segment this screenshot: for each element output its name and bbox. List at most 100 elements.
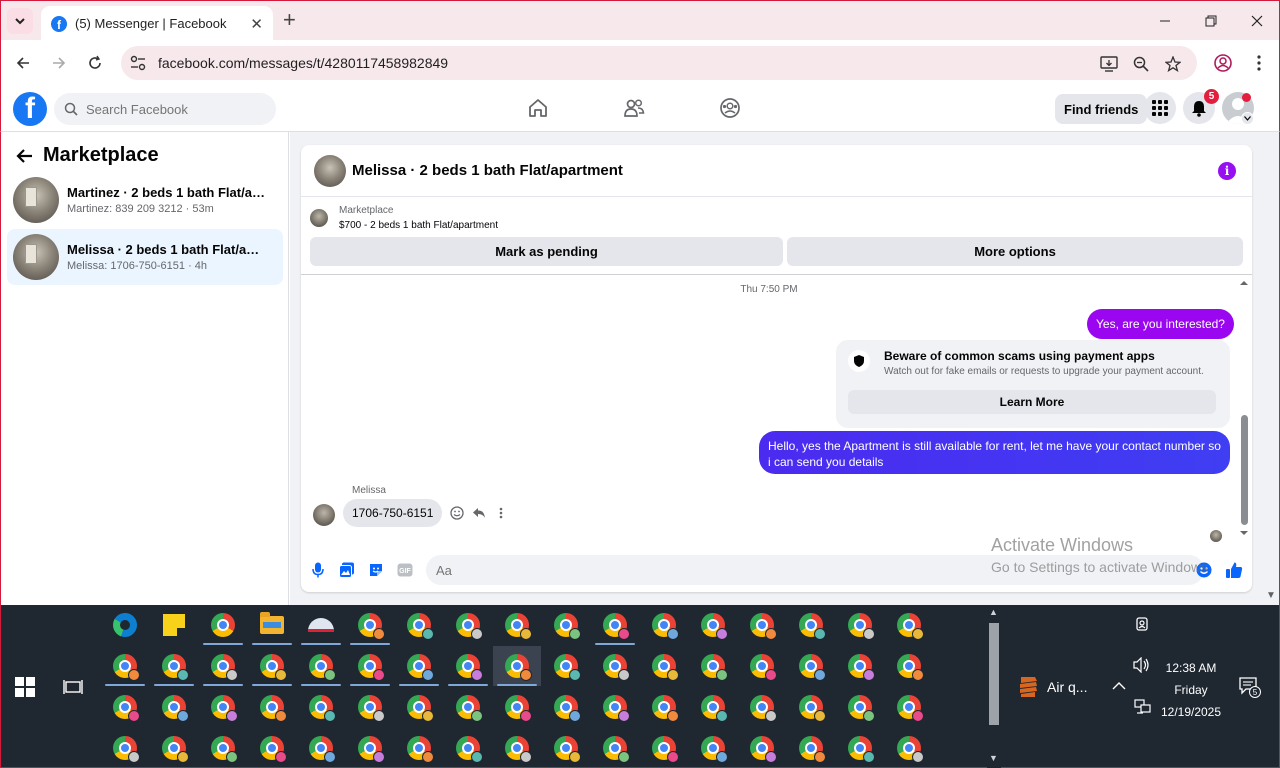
meet-now-icon[interactable]	[1134, 617, 1152, 636]
search-input[interactable]	[86, 101, 266, 117]
thumbs-up-icon[interactable]	[1225, 561, 1243, 579]
network-icon[interactable]	[1134, 699, 1152, 718]
taskbar-chrome-button[interactable]	[199, 728, 247, 768]
menu-grid-button[interactable]	[1144, 92, 1176, 124]
taskbar-notes-button[interactable]	[150, 605, 198, 645]
friends-nav-button[interactable]	[622, 96, 646, 120]
learn-more-button[interactable]: Learn More	[848, 390, 1216, 414]
address-bar[interactable]: facebook.com/messages/t/4280117458982849	[121, 46, 1197, 80]
sender-avatar[interactable]	[313, 504, 335, 526]
taskbar-chrome-button[interactable]	[101, 646, 149, 686]
tab-search-button[interactable]	[7, 8, 33, 34]
taskbar-chrome-button[interactable]	[395, 728, 443, 768]
taskbar-chrome-button[interactable]	[591, 728, 639, 768]
listing-summary[interactable]: Marketplace $700 - 2 beds 1 bath Flat/ap…	[310, 205, 498, 231]
taskbar-umbrella-button[interactable]	[297, 605, 345, 645]
taskbar-scroll-thumb[interactable]	[989, 623, 999, 725]
chat-scrollbar-thumb[interactable]	[1241, 415, 1248, 525]
taskbar-chrome-button[interactable]	[444, 646, 492, 686]
taskbar-chrome-button[interactable]	[444, 728, 492, 768]
site-settings-icon[interactable]	[129, 54, 147, 72]
find-friends-button[interactable]: Find friends	[1055, 94, 1148, 124]
taskbar-chrome-button[interactable]	[248, 728, 296, 768]
more-options-button[interactable]: More options	[787, 237, 1243, 266]
windows-start-button[interactable]	[15, 677, 35, 697]
taskbar-chrome-button[interactable]	[493, 687, 541, 727]
browser-menu-button[interactable]	[1248, 52, 1270, 74]
taskbar-chrome-button[interactable]	[787, 687, 835, 727]
groups-nav-button[interactable]	[718, 96, 742, 120]
taskbar-chrome-button[interactable]	[150, 687, 198, 727]
info-icon[interactable]: i	[1218, 162, 1236, 180]
taskbar-chrome-button[interactable]	[297, 687, 345, 727]
taskbar-chrome-button[interactable]	[689, 646, 737, 686]
taskbar-chrome-button[interactable]	[199, 687, 247, 727]
taskbar-chrome-button[interactable]	[395, 605, 443, 645]
page-scroll-down-arrow-icon[interactable]: ▼	[1266, 590, 1276, 601]
taskbar-chrome-button[interactable]	[885, 687, 933, 727]
browser-tab-messenger[interactable]: f (5) Messenger | Facebook ✕	[41, 6, 273, 41]
sticker-icon[interactable]	[367, 561, 385, 579]
taskbar-chrome-button[interactable]	[640, 646, 688, 686]
install-app-icon[interactable]	[1099, 54, 1119, 74]
react-emoji-icon[interactable]	[449, 505, 465, 521]
new-tab-button[interactable]: +	[283, 9, 296, 31]
taskbar-chrome-button[interactable]	[640, 728, 688, 768]
taskbar-chrome-button[interactable]	[346, 728, 394, 768]
taskbar-chrome-button[interactable]	[150, 646, 198, 686]
zoom-icon[interactable]	[1131, 54, 1151, 74]
task-view-button[interactable]	[63, 677, 83, 697]
taskbar-chrome-button[interactable]	[444, 605, 492, 645]
minimize-button[interactable]	[1142, 1, 1188, 41]
taskbar-chrome-button[interactable]	[787, 646, 835, 686]
taskbar-chrome-button[interactable]	[493, 728, 541, 768]
taskbar-chrome-button[interactable]	[738, 646, 786, 686]
taskbar-chrome-button[interactable]	[395, 687, 443, 727]
taskbar-chrome-button[interactable]	[787, 728, 835, 768]
taskbar-chrome-button[interactable]	[836, 646, 884, 686]
taskbar-chrome-button[interactable]	[836, 728, 884, 768]
taskbar-chrome-button[interactable]	[395, 646, 443, 686]
air-quality-icon[interactable]	[1017, 675, 1039, 699]
taskbar-chrome-button[interactable]	[493, 605, 541, 645]
taskbar-chrome-button[interactable]	[101, 728, 149, 768]
taskbar-chrome-button[interactable]	[150, 728, 198, 768]
microphone-icon[interactable]	[309, 561, 327, 579]
taskbar-chrome-button[interactable]	[738, 605, 786, 645]
conversation-item-active[interactable]: Melissa · 2 beds 1 bath Flat/apart... Me…	[7, 229, 283, 285]
taskbar-chrome-button[interactable]	[836, 605, 884, 645]
taskbar-chrome-button[interactable]	[689, 605, 737, 645]
taskbar-chrome-button[interactable]	[689, 687, 737, 727]
air-quality-label[interactable]: Air q...	[1047, 679, 1087, 695]
facebook-logo-icon[interactable]: f	[13, 92, 47, 126]
reload-button[interactable]	[84, 52, 106, 74]
taskbar-chrome-button[interactable]	[885, 605, 933, 645]
mark-as-pending-button[interactable]: Mark as pending	[310, 237, 783, 266]
taskbar-chrome-button[interactable]	[591, 687, 639, 727]
volume-icon[interactable]	[1133, 656, 1151, 676]
restore-button[interactable]	[1188, 1, 1234, 41]
chat-title[interactable]: Melissa · 2 beds 1 bath Flat/apartment	[352, 162, 623, 179]
back-button[interactable]	[12, 52, 34, 74]
tab-close-icon[interactable]: ✕	[250, 15, 263, 33]
listing-avatar[interactable]	[314, 154, 346, 187]
taskbar-chrome-button[interactable]	[346, 605, 394, 645]
taskbar-chrome-button[interactable]	[444, 687, 492, 727]
taskbar-chrome-button[interactable]	[199, 605, 247, 645]
home-nav-button[interactable]	[526, 96, 550, 120]
close-window-button[interactable]	[1234, 1, 1280, 41]
show-hidden-icons-chevron-icon[interactable]	[1112, 679, 1126, 694]
taskbar-chrome-button[interactable]	[493, 646, 541, 686]
conversation-item[interactable]: Martinez · 2 beds 1 bath Flat/apart... M…	[7, 172, 283, 228]
taskbar-chrome-button[interactable]	[640, 687, 688, 727]
taskbar-chrome-button[interactable]	[885, 646, 933, 686]
reply-icon[interactable]	[471, 505, 487, 521]
taskbar-chrome-button[interactable]	[787, 605, 835, 645]
gif-icon[interactable]: GIF	[396, 561, 414, 579]
profile-button[interactable]	[1212, 52, 1234, 74]
taskbar-chrome-button[interactable]	[885, 728, 933, 768]
taskbar-chrome-button[interactable]	[346, 687, 394, 727]
photo-icon[interactable]	[338, 561, 356, 579]
taskbar-chrome-button[interactable]	[542, 605, 590, 645]
taskbar-chrome-button[interactable]	[542, 646, 590, 686]
